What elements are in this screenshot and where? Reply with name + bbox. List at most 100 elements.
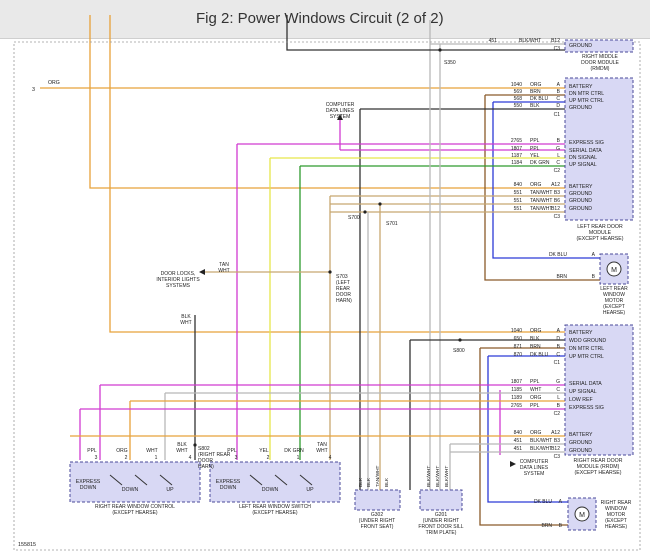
connector-pin: C3 xyxy=(554,454,561,460)
pin-number: 3 xyxy=(235,455,238,461)
connector-pin: A12 xyxy=(551,182,560,188)
wire-color: PPL xyxy=(530,379,540,385)
connector-pin: B3 xyxy=(554,190,560,196)
connector-pin: B12 xyxy=(551,206,560,212)
connector-pin: L xyxy=(557,153,560,159)
g201-wire-label: BLK/WHT xyxy=(435,466,441,487)
wire-number: 551 xyxy=(514,206,523,212)
connector-pin: C3 xyxy=(554,214,561,220)
wire-color: DK BLU xyxy=(549,252,567,258)
connector-pin: G xyxy=(556,379,560,385)
computer-data-lines-2: SYSTEM xyxy=(524,471,545,477)
wire-color: ORG xyxy=(530,82,542,88)
wire-color: PPL xyxy=(530,138,540,144)
lr-switch-title: (EXCEPT HEARSE) xyxy=(252,510,298,516)
wire-number: 451 xyxy=(514,446,523,452)
splice-dot xyxy=(378,202,382,206)
wire-color: BLK/WHT xyxy=(519,38,541,44)
motor-symbol-label: M xyxy=(611,267,617,274)
pin-number: 1 xyxy=(155,455,158,461)
wire-number: 451 xyxy=(489,38,498,44)
wire-color: BLK xyxy=(530,336,540,342)
pin-number: 3 xyxy=(95,455,98,461)
wire-color: BRN xyxy=(530,89,541,95)
lrdm-pin: DN SIGNAL xyxy=(569,155,597,161)
lrdm-pin: EXPRESS SIG xyxy=(569,140,604,146)
wire-number: 451 xyxy=(514,438,523,444)
wire-number: 551 xyxy=(514,198,523,204)
g201-block xyxy=(419,489,463,511)
rr-switch-title: (EXCEPT HEARSE) xyxy=(112,510,158,516)
wire-number: 1189 xyxy=(511,395,522,401)
rrdm-pin: BATTERY xyxy=(569,432,593,438)
rrdm-pin: GROUND xyxy=(569,440,592,446)
rrdm-pin: EXPRESS SIG xyxy=(569,405,604,411)
connector-pin: C xyxy=(556,96,560,102)
component-blocks xyxy=(13,39,641,551)
rrdm-pin: BATTERY xyxy=(569,330,593,336)
s350-label: S350 xyxy=(444,60,456,66)
g302-wire-label: BLK xyxy=(384,477,390,487)
lrdm-pin: UP SIGNAL xyxy=(569,162,597,168)
connector-pin: G xyxy=(556,146,560,152)
wire-color: ORG xyxy=(530,430,542,436)
connector-pin: A xyxy=(557,82,561,88)
express-down-label: DOWN xyxy=(220,485,237,491)
wire-number: 551 xyxy=(514,190,523,196)
connector-pin: B xyxy=(592,274,596,280)
wire-color: WHT xyxy=(146,448,157,454)
wire-number: 871 xyxy=(514,344,523,350)
wire-color: WHT xyxy=(176,448,187,454)
wire-color: ORG xyxy=(530,328,542,334)
pin-number: 4 xyxy=(329,455,332,461)
wire-color-org: ORG xyxy=(48,80,60,86)
lrdm-title: (EXCEPT HEARSE) xyxy=(577,236,624,242)
g302-label: FRONT SEAT) xyxy=(361,524,394,530)
rrdm-pin: DN MTR CTRL xyxy=(569,346,604,352)
lrdm-pin: BATTERY xyxy=(569,184,593,190)
wire-color: DK BLU xyxy=(534,499,552,505)
rrdm-pin: GROUND xyxy=(569,448,592,454)
wiring-diagram: 3ORGGROUND451 BLK/WHT B12C3RIGHT MIDDLEDOO… xyxy=(13,15,641,551)
wire-color: TAN/WHT xyxy=(530,206,552,212)
wire-number: 1040 xyxy=(511,328,522,334)
connector-pin: B12 xyxy=(551,38,560,44)
wire-color: ORG xyxy=(530,395,542,401)
wire-color: DK GRN xyxy=(530,160,550,166)
express-down-label: DOWN xyxy=(80,485,97,491)
lrdm-pin: GROUND xyxy=(569,105,592,111)
up-label: UP xyxy=(306,487,314,493)
lrdm-pin: DN MTR CTRL xyxy=(569,91,604,97)
connector-pin: C1 xyxy=(554,360,561,366)
lrdm-pin: GROUND xyxy=(569,198,592,204)
wire-color: BRN xyxy=(530,344,541,350)
connector-pin: B3 xyxy=(554,438,560,444)
connector-pin: C xyxy=(556,160,560,166)
splice-dot xyxy=(458,338,462,342)
wire-number: 569 xyxy=(514,89,523,95)
s703-label: HARN) xyxy=(336,298,352,304)
s800-label: S800 xyxy=(453,348,465,354)
connector-pin: D xyxy=(556,103,560,109)
wire-number: 2765 xyxy=(511,138,522,144)
wire-number: 1807 xyxy=(511,379,522,385)
connector-pin: A xyxy=(592,252,596,258)
rmdm-title: (RMDM) xyxy=(591,66,610,72)
connector-pin: B xyxy=(559,523,563,529)
rrdm-title: (EXCEPT HEARSE) xyxy=(575,470,622,476)
wire-number: 568 xyxy=(514,96,523,102)
pin-number: 4 xyxy=(189,455,192,461)
wire-color: WHT xyxy=(316,448,327,454)
splice-dot xyxy=(363,210,367,214)
pin-number: 1 xyxy=(297,455,300,461)
wire-number: 2765 xyxy=(511,403,522,409)
wire-color: WHT xyxy=(530,387,541,393)
lrdm-pin: SERIAL DATA xyxy=(569,148,602,154)
connector-name: C3 xyxy=(554,46,561,52)
rrdm-pin: UP MTR CTRL xyxy=(569,354,604,360)
g302-wire-label: TAN/WHT xyxy=(375,465,381,487)
splice-dot xyxy=(438,48,442,52)
pin-number: 2 xyxy=(267,455,270,461)
splice-dot xyxy=(328,270,332,274)
down-label: DOWN xyxy=(262,487,279,493)
